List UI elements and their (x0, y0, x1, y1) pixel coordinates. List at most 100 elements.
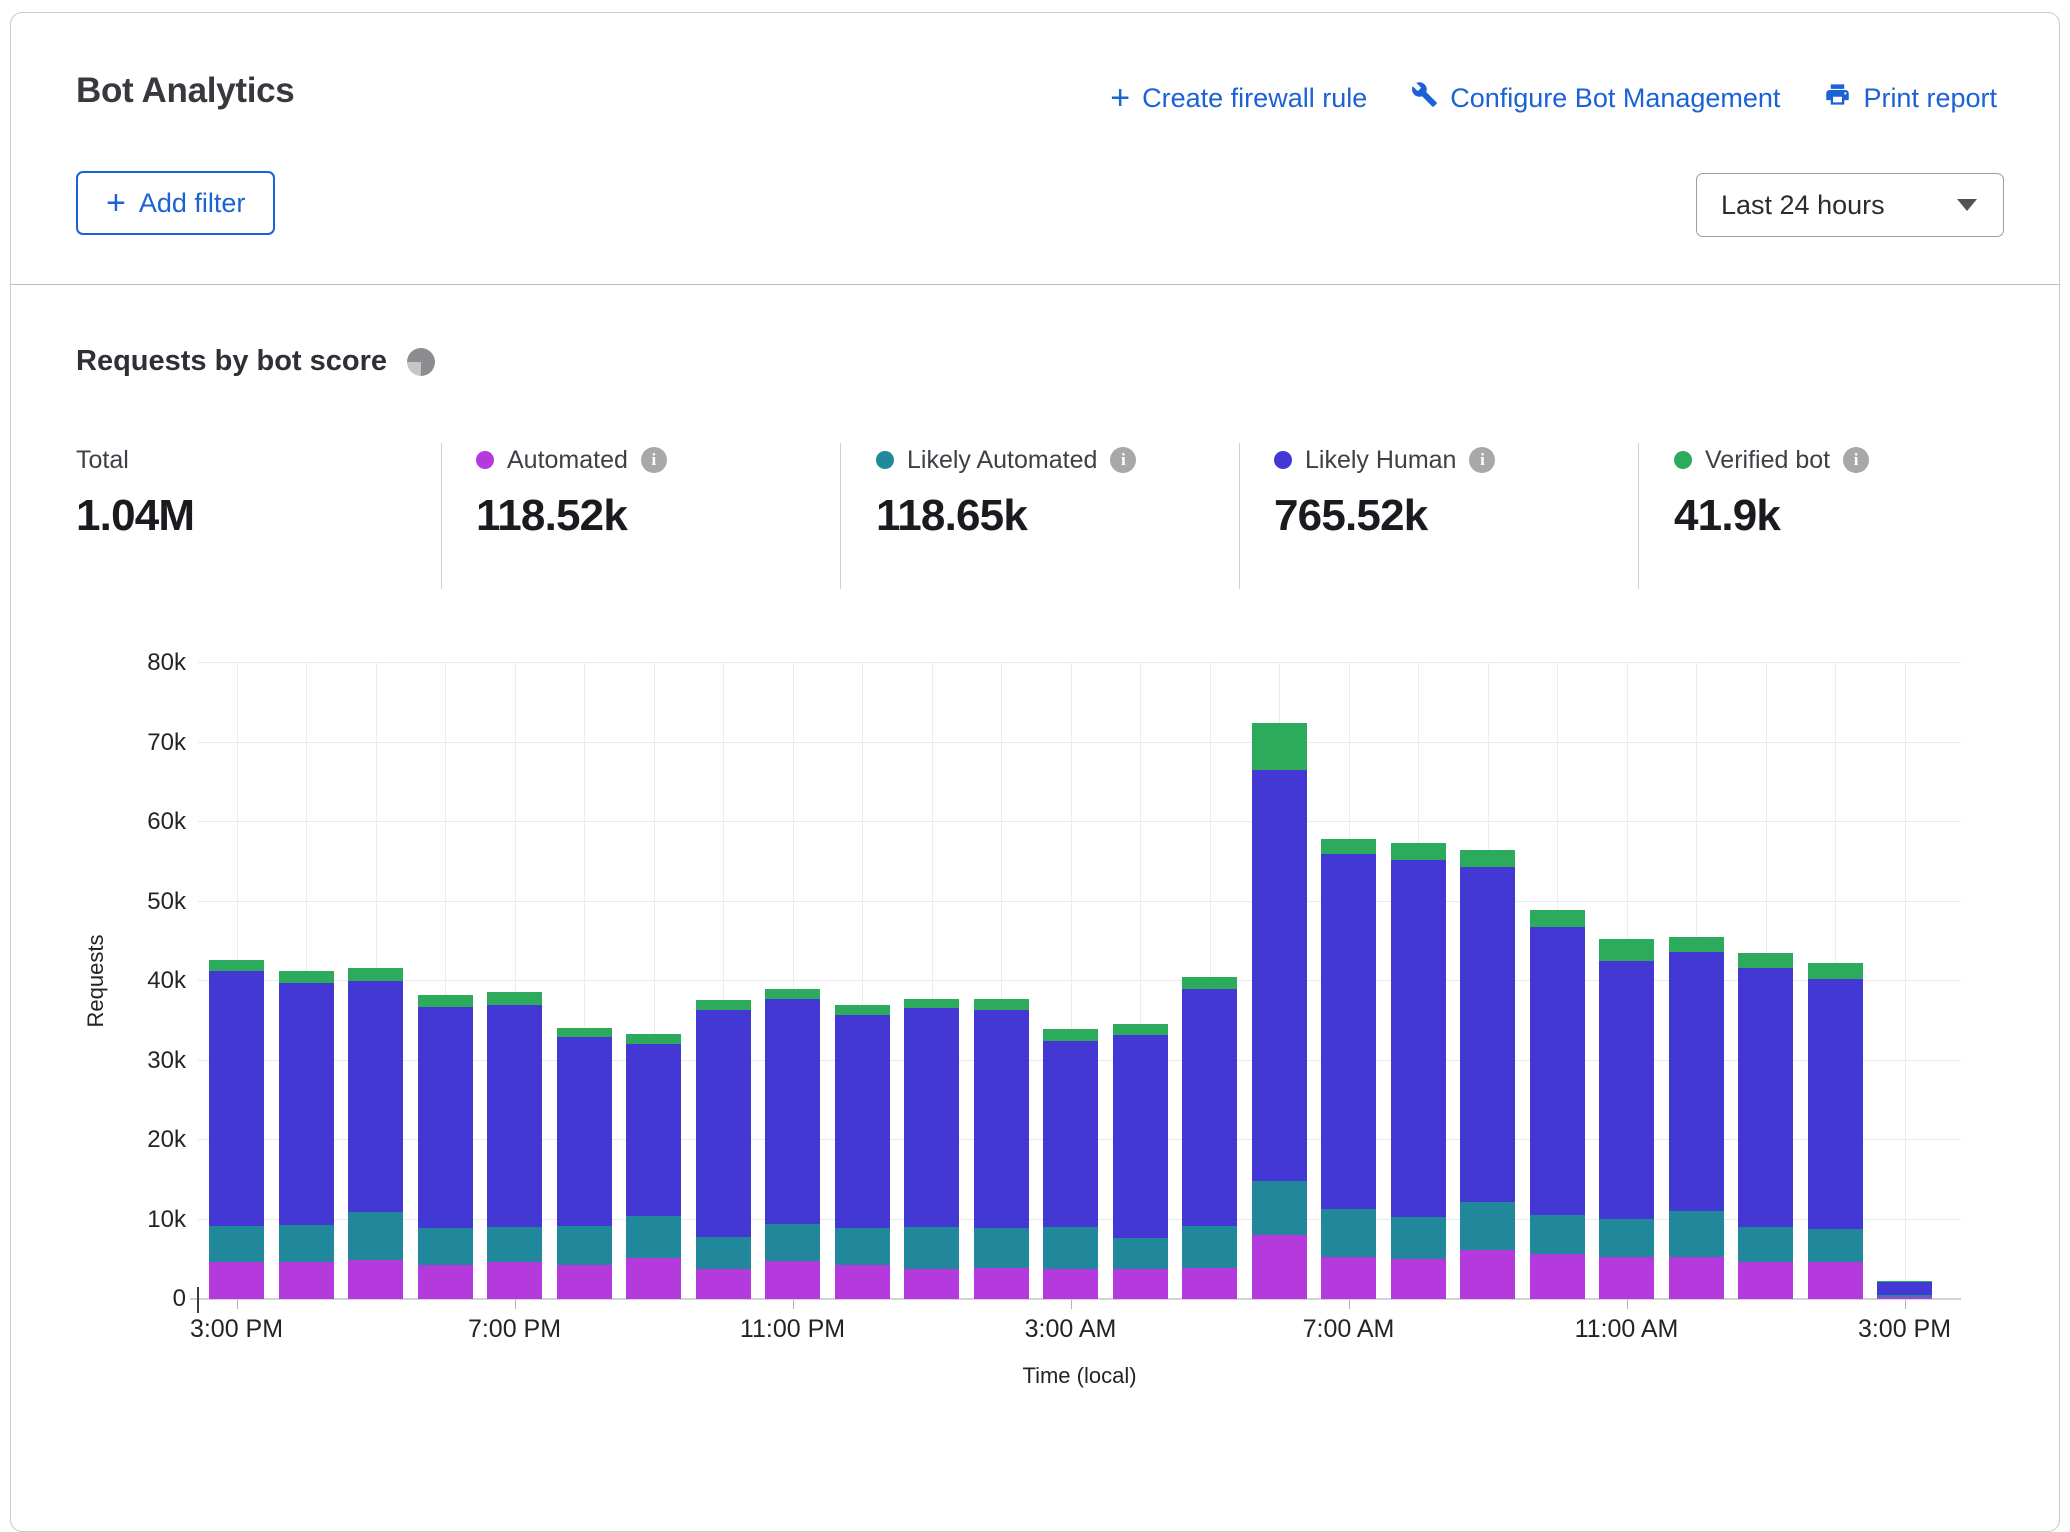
bar-segment-automated[interactable] (1877, 1297, 1932, 1299)
bar-segment-likely-human[interactable] (279, 983, 334, 1225)
chart-bar[interactable] (626, 1034, 681, 1299)
bar-segment-verified-bot[interactable] (1182, 977, 1237, 989)
info-icon[interactable]: i (1469, 447, 1495, 473)
chart-bar[interactable] (696, 1000, 751, 1299)
bar-segment-verified-bot[interactable] (974, 999, 1029, 1010)
bar-segment-verified-bot[interactable] (487, 992, 542, 1005)
bar-segment-verified-bot[interactable] (1738, 953, 1793, 968)
bar-segment-automated[interactable] (696, 1269, 751, 1299)
bar-segment-likely-automated[interactable] (1738, 1227, 1793, 1262)
bar-segment-likely-automated[interactable] (418, 1228, 473, 1265)
bar-segment-automated[interactable] (765, 1261, 820, 1299)
bar-segment-likely-human[interactable] (1182, 989, 1237, 1226)
chart-bar[interactable] (209, 960, 264, 1299)
bar-segment-verified-bot[interactable] (1113, 1024, 1168, 1035)
bar-segment-likely-automated[interactable] (1252, 1181, 1307, 1236)
bar-segment-automated[interactable] (1808, 1262, 1863, 1299)
bar-segment-likely-human[interactable] (1252, 770, 1307, 1180)
bar-segment-verified-bot[interactable] (626, 1034, 681, 1044)
chart-bar[interactable] (1738, 953, 1793, 1299)
chart-bar[interactable] (1808, 963, 1863, 1299)
bar-segment-automated[interactable] (1113, 1269, 1168, 1299)
bar-segment-likely-human[interactable] (418, 1007, 473, 1228)
bar-segment-likely-automated[interactable] (1669, 1211, 1724, 1257)
bar-segment-likely-human[interactable] (1530, 927, 1585, 1215)
bar-segment-automated[interactable] (279, 1262, 334, 1299)
bar-segment-verified-bot[interactable] (209, 960, 264, 971)
bar-segment-likely-human[interactable] (765, 999, 820, 1224)
info-icon[interactable]: i (1843, 447, 1869, 473)
bar-segment-likely-automated[interactable] (696, 1237, 751, 1269)
bar-segment-likely-human[interactable] (1321, 854, 1376, 1209)
bar-segment-verified-bot[interactable] (1321, 839, 1376, 854)
bar-segment-likely-human[interactable] (1599, 961, 1654, 1219)
info-icon[interactable]: i (1110, 447, 1136, 473)
bar-segment-automated[interactable] (1043, 1269, 1098, 1299)
bar-segment-automated[interactable] (1182, 1268, 1237, 1299)
chart-bar[interactable] (1530, 910, 1585, 1299)
chart-bar[interactable] (1252, 723, 1307, 1299)
bar-segment-verified-bot[interactable] (1877, 1281, 1932, 1282)
chart-bar[interactable] (1391, 843, 1446, 1299)
bar-segment-verified-bot[interactable] (348, 968, 403, 982)
chart-bar[interactable] (279, 971, 334, 1299)
bar-segment-automated[interactable] (1530, 1254, 1585, 1299)
bar-segment-likely-automated[interactable] (1113, 1238, 1168, 1269)
bar-segment-likely-automated[interactable] (765, 1224, 820, 1261)
chart-bar[interactable] (1113, 1024, 1168, 1299)
chart-bar[interactable] (1043, 1029, 1098, 1299)
create-firewall-rule-link[interactable]: + Create firewall rule (1110, 83, 1367, 114)
bar-segment-automated[interactable] (418, 1265, 473, 1299)
bar-segment-verified-bot[interactable] (1599, 939, 1654, 961)
bar-segment-likely-automated[interactable] (348, 1212, 403, 1260)
bar-segment-automated[interactable] (1460, 1250, 1515, 1299)
bar-segment-verified-bot[interactable] (835, 1005, 890, 1015)
bar-segment-verified-bot[interactable] (765, 989, 820, 999)
bar-segment-likely-human[interactable] (348, 981, 403, 1212)
bar-segment-likely-human[interactable] (1391, 860, 1446, 1217)
chart-bar[interactable] (835, 1005, 890, 1299)
bar-segment-verified-bot[interactable] (279, 971, 334, 983)
chart-bar[interactable] (557, 1028, 612, 1299)
bar-segment-likely-human[interactable] (1460, 867, 1515, 1202)
bar-segment-verified-bot[interactable] (1252, 723, 1307, 771)
bar-segment-automated[interactable] (1738, 1262, 1793, 1299)
chart-bar[interactable] (487, 992, 542, 1299)
chart-bar[interactable] (904, 999, 959, 1300)
bar-segment-likely-human[interactable] (1808, 979, 1863, 1229)
chart-bar[interactable] (765, 989, 820, 1299)
bar-segment-automated[interactable] (1669, 1257, 1724, 1299)
bar-segment-verified-bot[interactable] (904, 999, 959, 1009)
configure-bot-management-link[interactable]: Configure Bot Management (1411, 81, 1780, 115)
bar-segment-likely-human[interactable] (1043, 1041, 1098, 1227)
bar-segment-likely-automated[interactable] (1182, 1226, 1237, 1268)
chart-bar[interactable] (1599, 939, 1654, 1299)
bar-segment-likely-automated[interactable] (1043, 1227, 1098, 1269)
chart-bar[interactable] (974, 999, 1029, 1300)
bar-segment-likely-automated[interactable] (557, 1226, 612, 1265)
chart-bar[interactable] (348, 968, 403, 1300)
bar-segment-likely-automated[interactable] (904, 1227, 959, 1269)
bar-segment-verified-bot[interactable] (418, 995, 473, 1008)
bar-segment-verified-bot[interactable] (1669, 937, 1724, 952)
chart-bar[interactable] (1877, 1281, 1932, 1299)
chart-bar[interactable] (418, 995, 473, 1299)
chart-bar[interactable] (1182, 977, 1237, 1299)
bar-segment-likely-automated[interactable] (835, 1228, 890, 1265)
bar-segment-likely-automated[interactable] (1877, 1295, 1932, 1297)
bar-segment-likely-human[interactable] (696, 1010, 751, 1237)
time-range-select[interactable]: Last 24 hours (1696, 173, 2004, 237)
bar-segment-automated[interactable] (626, 1258, 681, 1299)
bar-segment-likely-human[interactable] (1877, 1282, 1932, 1296)
bar-segment-likely-human[interactable] (1669, 952, 1724, 1211)
bar-segment-verified-bot[interactable] (1808, 963, 1863, 979)
bar-segment-likely-human[interactable] (626, 1044, 681, 1216)
bar-segment-likely-automated[interactable] (1391, 1217, 1446, 1259)
info-icon[interactable]: i (641, 447, 667, 473)
bar-segment-likely-human[interactable] (487, 1005, 542, 1227)
bar-segment-likely-automated[interactable] (1460, 1202, 1515, 1250)
bar-segment-likely-automated[interactable] (1808, 1229, 1863, 1262)
bar-segment-likely-human[interactable] (974, 1010, 1029, 1229)
bar-segment-automated[interactable] (209, 1262, 264, 1299)
bar-segment-likely-automated[interactable] (1599, 1219, 1654, 1257)
